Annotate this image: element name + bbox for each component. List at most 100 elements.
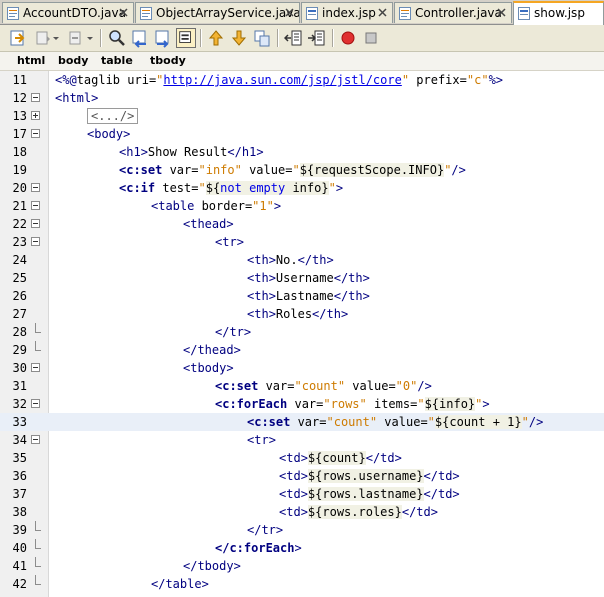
close-icon[interactable] [119,8,128,17]
find-next-icon[interactable] [153,28,173,48]
code-line[interactable]: 32 <c:forEach var="rows" items="${info}"> [0,395,604,413]
line-number: 23 [12,235,27,249]
collapse-fold-icon[interactable] [31,435,40,444]
tab-index-jsp[interactable]: index.jsp [301,2,393,23]
breadcrumb-item-body[interactable]: body [58,54,88,67]
line-number: 37 [12,487,27,501]
line-number: 27 [12,307,27,321]
code-line[interactable]: 28 </tr> [0,323,604,341]
code-line[interactable]: 41 </tbody> [0,557,604,575]
code-line[interactable]: 39 </tr> [0,521,604,539]
code-line[interactable]: 11 <%@taglib uri="http://java.sun.com/jsp… [0,71,604,89]
line-number: 25 [12,271,27,285]
line-number: 31 [12,379,27,393]
tab-show-jsp[interactable]: show.jsp [513,1,604,25]
code-line[interactable]: 35 <td>${count}</td> [0,449,604,467]
last-edit-icon[interactable] [8,28,28,48]
code-text: </thead> [183,343,241,357]
code-line[interactable]: 13 <.../> [0,107,604,125]
collapse-fold-icon[interactable] [31,129,40,138]
line-number: 24 [12,253,27,267]
code-line[interactable]: 20 <c:if test="${not empty info}"> [0,179,604,197]
code-line[interactable]: 12 <html> [0,89,604,107]
breadcrumb: html body table tbody [0,52,604,71]
collapse-fold-icon[interactable] [31,363,40,372]
breadcrumb-item-tbody[interactable]: tbody [150,54,186,67]
java-file-icon [399,7,411,20]
toolbar-separator [332,29,334,47]
code-line[interactable]: 27 <th>Roles</th> [0,305,604,323]
fold-end-marker [35,323,41,333]
tab-label: show.jsp [534,6,585,20]
code-line[interactable]: 26 <th>Lastname</th> [0,287,604,305]
code-line[interactable]: 42 </table> [0,575,604,593]
toggle-highlight-icon[interactable] [176,28,196,48]
line-number: 22 [12,217,27,231]
chevron-down-icon[interactable] [85,28,95,48]
code-line[interactable]: 40 </c:forEach> [0,539,604,557]
previous-bookmark-icon[interactable] [206,28,226,48]
line-number: 41 [12,559,27,573]
code-line[interactable]: 25 <th>Username</th> [0,269,604,287]
close-icon[interactable] [285,8,294,17]
expand-fold-icon[interactable] [31,111,40,120]
collapse-fold-icon[interactable] [31,237,40,246]
code-editor[interactable]: 11 <%@taglib uri="http://java.sun.com/jsp… [0,71,604,597]
code-line[interactable]: 31 <c:set var="count" value="0"/> [0,377,604,395]
chevron-down-icon[interactable] [51,28,61,48]
code-line[interactable]: 17 <body> [0,125,604,143]
toggle-bookmark-icon[interactable] [252,28,272,48]
tab-controller-java[interactable]: Controller.java [394,2,512,23]
code-line[interactable]: 18 <h1>Show Result</h1> [0,143,604,161]
stop-macro-icon[interactable] [361,28,381,48]
tab-objectarrayservice-java[interactable]: ObjectArrayService.java [135,2,300,23]
java-file-icon [140,7,152,20]
code-line[interactable]: 33 <c:set var="count" value="${count + 1}… [0,413,604,431]
collapse-fold-icon[interactable] [31,201,40,210]
shift-right-icon[interactable] [307,28,327,48]
shift-left-icon[interactable] [284,28,304,48]
tab-label: Controller.java [415,6,502,20]
code-text: <tbody> [183,361,234,375]
code-line[interactable]: 36 <td>${rows.username}</td> [0,467,604,485]
code-text: <tr> [215,235,244,249]
collapse-fold-icon[interactable] [31,93,40,102]
line-number: 33 [12,415,27,429]
close-icon[interactable] [497,8,506,17]
start-macro-icon[interactable] [338,28,358,48]
forward-icon[interactable] [66,28,86,48]
close-icon[interactable] [378,8,387,17]
find-selection-icon[interactable] [107,28,127,48]
fold-end-marker [35,539,41,549]
code-text: <td>${count}</td> [279,451,402,465]
tab-label: ObjectArrayService.java [156,6,300,20]
breadcrumb-item-table[interactable]: table [101,54,133,67]
collapse-fold-icon[interactable] [31,399,40,408]
code-text: <%@taglib uri="http://java.sun.com/jsp/j… [55,73,504,87]
code-line[interactable]: 30 <tbody> [0,359,604,377]
code-line[interactable]: 37 <td>${rows.lastname}</td> [0,485,604,503]
collapse-fold-icon[interactable] [31,219,40,228]
code-text: <c:set var="count" value="${count + 1}"/… [247,415,544,429]
code-line[interactable]: 24 <th>No.</th> [0,251,604,269]
code-text: <th>No.</th> [247,253,334,267]
code-line[interactable]: 23 <tr> [0,233,604,251]
tab-label: AccountDTO.java [23,6,126,20]
find-previous-icon[interactable] [130,28,150,48]
code-line[interactable]: 22 <thead> [0,215,604,233]
back-icon[interactable] [33,28,53,48]
line-number: 28 [12,325,27,339]
code-text: <th>Lastname</th> [247,289,370,303]
code-line[interactable]: 29 </thead> [0,341,604,359]
line-number: 30 [12,361,27,375]
collapse-fold-icon[interactable] [31,183,40,192]
jsp-file-icon [518,7,530,20]
breadcrumb-item-html[interactable]: html [17,54,45,67]
editor-toolbar [0,25,604,52]
code-line[interactable]: 19 <c:set var="info" value="${requestScop… [0,161,604,179]
code-line[interactable]: 34 <tr> [0,431,604,449]
code-line[interactable]: 21 <table border="1"> [0,197,604,215]
code-line[interactable]: 38 <td>${rows.roles}</td> [0,503,604,521]
tab-accountdto-java[interactable]: AccountDTO.java [2,2,134,23]
next-bookmark-icon[interactable] [229,28,249,48]
